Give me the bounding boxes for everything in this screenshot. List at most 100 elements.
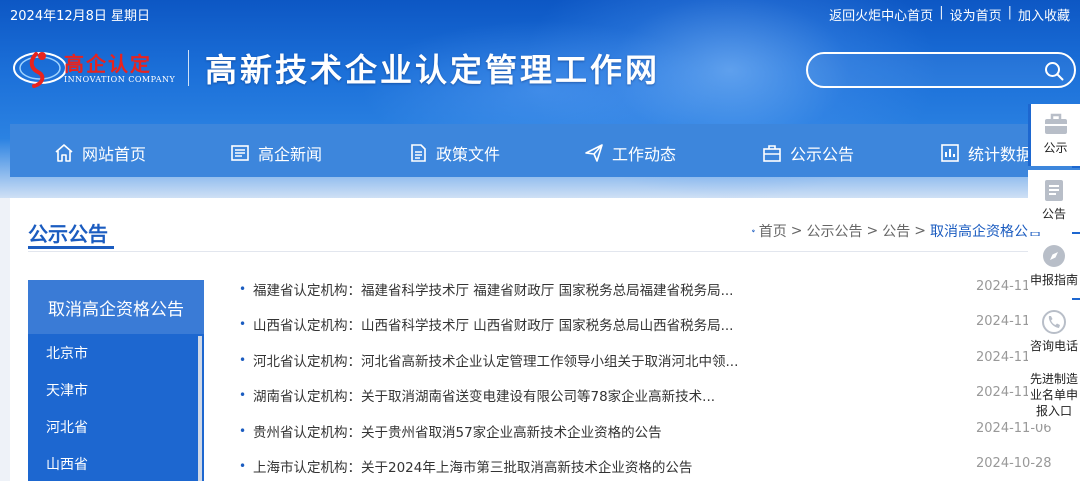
sidebar-scrollbar[interactable] <box>198 336 202 481</box>
news-title[interactable]: 河北省认定机构：河北省高新技术企业认定管理工作领导小组关于取消河北中领... <box>253 350 953 370</box>
document-icon <box>411 144 426 162</box>
nav-home[interactable]: 网站首页 <box>54 141 146 165</box>
home-icon <box>55 144 73 162</box>
compass-icon <box>1043 245 1065 267</box>
bullet-icon: • <box>239 317 247 332</box>
site-logo[interactable]: 高企认定 INNOVATION COMPANY <box>12 42 182 92</box>
search-icon[interactable] <box>1044 61 1064 81</box>
breadcrumb-separator: > <box>790 223 803 239</box>
logo-text: 高企认定 <box>64 52 152 76</box>
back-to-torch-link[interactable]: 返回火炬中心首页 <box>829 5 933 24</box>
list-item[interactable]: • 河北省认定机构：河北省高新技术企业认定管理工作领导小组关于取消河北中领...… <box>235 344 1050 379</box>
top-bar: 2024年12月8日 星期日 返回火炬中心首页 | 设为首页 | 加入收藏 <box>0 0 1080 28</box>
news-list: • 福建省认定机构：福建省科学技术厅 福建省财政厅 国家税务总局福建省税务局..… <box>235 273 1052 481</box>
list-item[interactable]: • 山西省认定机构：山西省科学技术厅 山西省财政厅 国家税务总局山西省税务局..… <box>235 308 1050 343</box>
nav-label: 网站首页 <box>82 145 147 164</box>
news-title[interactable]: 湖南省认定机构：关于取消湖南省送变电建设有限公司等78家企业高新技术... <box>253 385 953 405</box>
current-date: 2024年12月8日 星期日 <box>10 9 151 24</box>
float-item-public[interactable]: 公示 <box>1028 104 1080 166</box>
breadcrumb-separator: > <box>866 223 879 239</box>
news-title[interactable]: 山西省认定机构：山西省科学技术厅 山西省财政厅 国家税务总局山西省税务局... <box>253 314 953 334</box>
top-links: 返回火炬中心首页 | 设为首页 | 加入收藏 <box>829 5 1070 24</box>
breadcrumb-home[interactable]: 首页 <box>759 221 787 241</box>
send-icon <box>585 144 603 162</box>
float-item-guide[interactable]: 申报指南 <box>1028 236 1080 298</box>
breadcrumb-notice[interactable]: 公告 <box>882 221 910 241</box>
breadcrumb-current: 取消高企资格公告 <box>930 224 1042 240</box>
nav-label: 公示公告 <box>790 145 855 164</box>
floating-quick-links: 公示 公告 申报指南 咨询电话 先进制造 业名单申 报入口 <box>1028 104 1080 424</box>
search-box <box>806 52 1076 88</box>
list-item[interactable]: • 贵州省认定机构：关于贵州省取消57家企业高新技术企业资格的公告 2024-1… <box>235 415 1052 450</box>
sidebar-item-hebei[interactable]: 河北省 <box>28 410 204 447</box>
float-label: 先进制造 <box>1029 372 1078 386</box>
news-title[interactable]: 上海市认定机构：关于2024年上海市第三批取消高新技术企业资格的公告 <box>253 456 953 476</box>
breadcrumb: 首页 > 公示公告 > 公告 > 取消高企资格公告 <box>752 221 1042 241</box>
nav-news[interactable]: 高企新闻 <box>230 141 322 165</box>
float-label: 公示 <box>1043 141 1068 155</box>
sidebar-heading[interactable]: 取消高企资格公告 <box>28 280 204 334</box>
nav-work-updates[interactable]: 工作动态 <box>584 141 676 165</box>
list-item[interactable]: • 上海市认定机构：关于2024年上海市第三批取消高新技术企业资格的公告 202… <box>235 450 1052 481</box>
sidebar-item-tianjin[interactable]: 天津市 <box>28 373 204 410</box>
nav-statistics[interactable]: 统计数据 <box>940 141 1032 165</box>
news-date: 2024-11- <box>976 279 1036 294</box>
location-pin-icon <box>752 229 755 233</box>
announcement-icon <box>763 145 781 162</box>
news-title[interactable]: 贵州省认定机构：关于贵州省取消57家企业高新技术企业资格的公告 <box>253 421 953 441</box>
news-date: 2024-10-28 <box>976 455 1052 471</box>
nav-label: 政策文件 <box>436 145 501 164</box>
bullet-icon: • <box>239 388 247 403</box>
news-title[interactable]: 福建省认定机构：福建省科学技术厅 福建省财政厅 国家税务总局福建省税务局... <box>253 279 953 299</box>
list-item[interactable]: • 湖南省认定机构：关于取消湖南省送变电建设有限公司等78家企业高新技术... … <box>235 379 1050 414</box>
news-icon <box>231 145 249 161</box>
float-divider <box>1072 298 1080 300</box>
search-input[interactable] <box>822 60 1032 80</box>
news-date: 2024-11- <box>976 385 1036 401</box>
float-label: 公告 <box>1041 207 1066 221</box>
phone-icon <box>1042 310 1066 334</box>
nav-label: 高企新闻 <box>258 145 323 164</box>
sidebar: 取消高企资格公告 北京市 天津市 河北省 山西省 <box>28 280 204 481</box>
nav-policy[interactable]: 政策文件 <box>408 141 500 165</box>
breadcrumb-separator: > <box>914 223 926 239</box>
content-card: 公示公告 首页 > 公示公告 > 公告 > 取消高企资格公告 取消高企资格公告 … <box>10 198 1080 481</box>
notepad-icon <box>1045 180 1063 201</box>
logo-divider <box>188 50 189 86</box>
bullet-icon: • <box>239 458 247 473</box>
float-item-hotline[interactable]: 咨询电话 <box>1028 302 1080 364</box>
list-item[interactable]: • 福建省认定机构：福建省科学技术厅 福建省财政厅 国家税务总局福建省税务局..… <box>235 273 1050 308</box>
logo-subtext: INNOVATION COMPANY <box>64 75 176 84</box>
bullet-icon: • <box>239 282 247 296</box>
briefcase-icon <box>1044 113 1067 134</box>
sidebar-item-shanxi[interactable]: 山西省 <box>28 447 204 481</box>
set-homepage-link[interactable]: 设为首页 <box>950 5 1002 24</box>
separator: | <box>1007 5 1012 20</box>
nav-label: 统计数据 <box>968 145 1033 164</box>
news-date: 2024-11- <box>976 314 1036 330</box>
news-date: 2024-11- <box>976 349 1036 365</box>
section-title: 公示公告 <box>28 222 108 246</box>
sidebar-item-beijing[interactable]: 北京市 <box>28 336 204 373</box>
section-divider <box>28 251 1040 252</box>
float-divider <box>1072 166 1080 168</box>
chart-icon <box>941 144 959 162</box>
float-item-advanced-manufacturing[interactable]: 先进制造 业名单申 报入口 <box>1028 368 1080 424</box>
sidebar-list: 北京市 天津市 河北省 山西省 <box>28 336 204 481</box>
float-label: 申报指南 <box>1029 273 1078 287</box>
float-label: 咨询电话 <box>1029 339 1078 353</box>
main-nav: 网站首页 高企新闻 政策文件 工作动态 公示公告 统计数据 <box>10 124 1080 177</box>
float-label: 业名单申 <box>1029 388 1078 402</box>
add-favorite-link[interactable]: 加入收藏 <box>1018 5 1070 24</box>
bullet-icon: • <box>239 352 247 367</box>
bullet-icon: • <box>239 423 247 438</box>
breadcrumb-announcements[interactable]: 公示公告 <box>807 221 863 241</box>
separator: | <box>939 5 944 20</box>
nav-announcements[interactable]: 公示公告 <box>762 141 854 165</box>
float-label: 报入口 <box>1035 404 1072 418</box>
float-divider <box>1072 232 1080 234</box>
float-item-notice[interactable]: 公告 <box>1028 170 1080 232</box>
site-title: 高新技术企业认定管理工作网 <box>205 51 661 89</box>
logo-emblem-icon <box>13 52 67 88</box>
section-title-underline <box>28 246 114 249</box>
